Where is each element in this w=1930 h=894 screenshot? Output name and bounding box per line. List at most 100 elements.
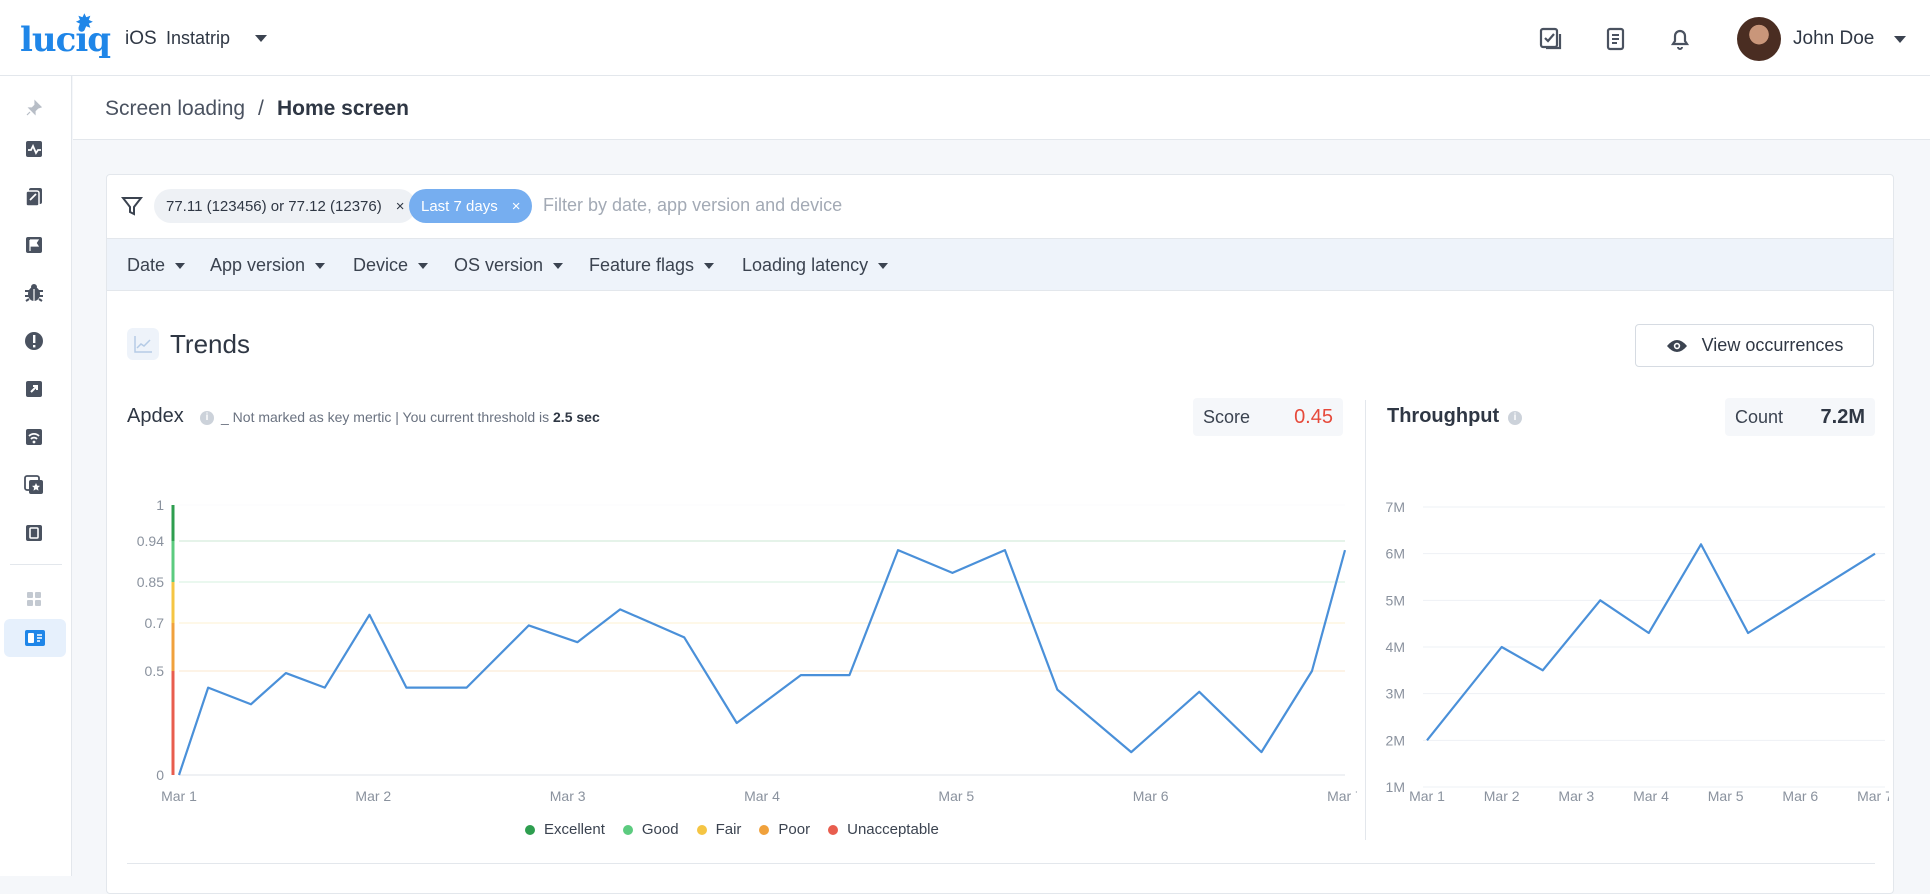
y-tick-label: 2M bbox=[1386, 732, 1405, 748]
document-icon[interactable] bbox=[1603, 26, 1629, 52]
y-tick-label: 4M bbox=[1386, 639, 1405, 655]
chart-legend: Excellent Good Fair Poor Unacceptable bbox=[525, 821, 957, 838]
sidebar-item-bugs[interactable] bbox=[12, 274, 56, 312]
filter-dimensions: Date App version Device OS version Featu… bbox=[107, 239, 1893, 291]
y-tick-label: 1 bbox=[156, 497, 164, 513]
legend-dot bbox=[696, 824, 707, 835]
info-icon[interactable]: i bbox=[1508, 411, 1522, 425]
y-tick-label: 0.7 bbox=[145, 615, 165, 631]
view-occurrences-button[interactable]: View occurrences bbox=[1635, 324, 1874, 367]
dimension-date[interactable]: Date bbox=[127, 255, 186, 276]
dimension-app-version[interactable]: App version bbox=[210, 255, 326, 276]
view-occurrences-label: View occurrences bbox=[1701, 335, 1844, 355]
dimension-device[interactable]: Device bbox=[353, 255, 429, 276]
bell-icon[interactable] bbox=[1667, 26, 1693, 52]
user-name[interactable]: John Doe bbox=[1793, 28, 1874, 50]
x-tick-label: Mar 4 bbox=[1633, 788, 1669, 804]
screens-icon bbox=[26, 525, 42, 541]
apps-grid-icon bbox=[27, 592, 41, 606]
sidebar-item-apm[interactable] bbox=[12, 130, 56, 168]
filter-chip-date[interactable]: Last 7 days × bbox=[409, 189, 533, 223]
sidebar-item-crashes[interactable] bbox=[12, 322, 56, 360]
page-title: Home screen bbox=[277, 97, 409, 120]
alert-icon bbox=[25, 332, 43, 350]
checklist-icon[interactable] bbox=[1538, 26, 1564, 52]
y-tick-label: 0 bbox=[156, 767, 164, 783]
avatar[interactable] bbox=[1737, 17, 1781, 61]
sidebar-item-screen-loading[interactable] bbox=[4, 619, 66, 657]
top-bar: luciq ✸ iOS Instatrip John Doe bbox=[0, 0, 1930, 76]
filter-chip-app-version[interactable]: 77.11 (123456) or 77.12 (12376) × bbox=[154, 189, 417, 223]
logo[interactable]: luciq ✸ bbox=[20, 10, 111, 60]
count-value: 7.2M bbox=[1820, 406, 1865, 428]
launch-icon bbox=[26, 381, 42, 397]
apdex-series-line bbox=[177, 549, 1347, 776]
user-menu-caret-icon[interactable] bbox=[1894, 36, 1906, 43]
logo-star-icon: ✸ bbox=[76, 10, 93, 34]
pin-icon bbox=[26, 99, 43, 116]
y-tick-label: 0.94 bbox=[137, 533, 164, 549]
x-tick-label: Mar 2 bbox=[355, 788, 391, 804]
close-icon[interactable]: × bbox=[396, 198, 405, 215]
y-tick-label: 3M bbox=[1386, 686, 1405, 702]
y-tick-label: 7M bbox=[1386, 499, 1405, 515]
x-tick-label: Mar 3 bbox=[1558, 788, 1594, 804]
sidebar-item-favorites[interactable] bbox=[12, 466, 56, 504]
filter-chip-label: Last 7 days bbox=[421, 197, 498, 215]
apdex-threshold: 2.5 sec bbox=[553, 409, 600, 425]
sidebar-item-network[interactable] bbox=[12, 418, 56, 456]
legend-item-good[interactable]: Good bbox=[622, 821, 679, 838]
section-divider bbox=[127, 863, 1875, 864]
legend-label: Poor bbox=[778, 821, 811, 838]
legend-item-poor[interactable]: Poor bbox=[759, 821, 810, 838]
legend-item-unacceptable[interactable]: Unacceptable bbox=[828, 821, 939, 838]
filter-bar: 77.11 (123456) or 77.12 (12376) × Last 7… bbox=[107, 175, 1893, 239]
platform-label: iOS bbox=[125, 28, 157, 49]
x-tick-label: Mar 1 bbox=[161, 788, 197, 804]
throughput-title: Throughput bbox=[1387, 405, 1500, 427]
dimension-os-version[interactable]: OS version bbox=[454, 255, 564, 276]
sidebar-item-feature-requests[interactable] bbox=[12, 226, 56, 264]
app-selector-caret-icon[interactable] bbox=[255, 35, 267, 42]
apdex-title: Apdex bbox=[127, 405, 184, 427]
legend-dot bbox=[828, 824, 839, 835]
bug-icon bbox=[25, 284, 43, 302]
breadcrumb-parent[interactable]: Screen loading bbox=[105, 97, 245, 121]
app-selector[interactable]: Instatrip bbox=[166, 28, 230, 49]
legend-dot bbox=[759, 824, 770, 835]
filter-search-input[interactable]: Filter by date, app version and device bbox=[543, 195, 842, 216]
close-icon[interactable]: × bbox=[512, 198, 521, 215]
legend-item-excellent[interactable]: Excellent bbox=[525, 821, 605, 838]
filter-icon[interactable] bbox=[120, 195, 144, 222]
dimension-feature-flags[interactable]: Feature flags bbox=[589, 255, 715, 276]
sidebar-divider bbox=[10, 564, 62, 565]
sidebar-item-pin[interactable] bbox=[12, 89, 56, 127]
dimension-loading-latency[interactable]: Loading latency bbox=[742, 255, 889, 276]
count-box: Count 7.2M bbox=[1725, 398, 1875, 436]
apm-icon bbox=[26, 141, 42, 157]
breadcrumb: Screen loading / Home screen bbox=[73, 76, 1930, 140]
count-label: Count bbox=[1735, 407, 1784, 427]
chevron-down-icon bbox=[553, 263, 564, 270]
legend-item-fair[interactable]: Fair bbox=[696, 821, 741, 838]
x-tick-label: Mar 5 bbox=[1708, 788, 1744, 804]
breadcrumb-separator: / bbox=[258, 97, 264, 120]
throughput-chart: 1M 2M 3M 4M 5M 6M 7M Mar 1 Mar 2 Mar 3 Mar 4 Mar 5 M… bbox=[1386, 499, 1889, 804]
sidebar-item-apps[interactable] bbox=[12, 580, 56, 618]
y-tick-label: 1M bbox=[1386, 779, 1405, 795]
legend-dot bbox=[525, 824, 535, 835]
info-icon[interactable]: i bbox=[200, 411, 214, 425]
chevron-down-icon bbox=[315, 263, 326, 270]
legend-label: Good bbox=[641, 821, 679, 838]
main-card: 77.11 (123456) or 77.12 (12376) × Last 7… bbox=[106, 174, 1894, 894]
legend-dot bbox=[622, 824, 633, 835]
x-tick-label: Mar 4 bbox=[744, 788, 780, 804]
chevron-down-icon bbox=[175, 263, 186, 270]
section-title: Trends bbox=[170, 329, 250, 359]
y-tick-label: 5M bbox=[1386, 592, 1405, 608]
sidebar-item-app-launch[interactable] bbox=[12, 370, 56, 408]
x-tick-label: Mar 7 bbox=[1857, 788, 1889, 804]
y-tick-label: 0.85 bbox=[137, 574, 164, 590]
sidebar-item-screens[interactable] bbox=[12, 514, 56, 552]
sidebar-item-reports[interactable] bbox=[12, 178, 56, 216]
